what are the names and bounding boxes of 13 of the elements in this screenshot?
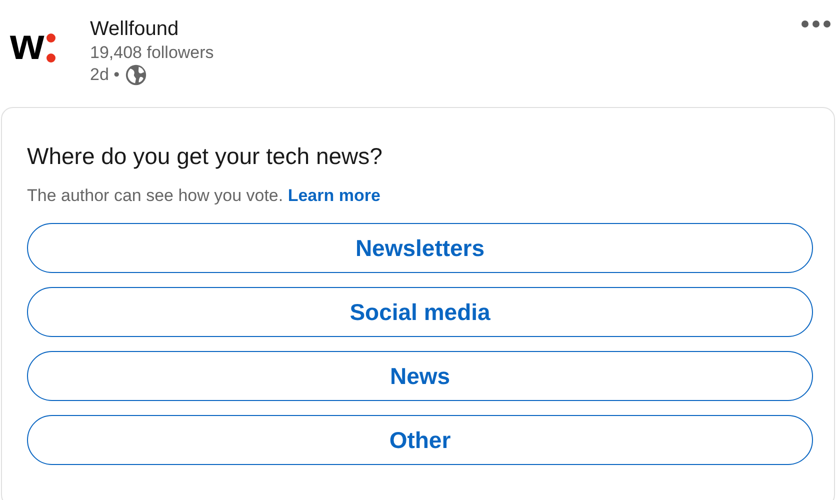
post-age: 2d • xyxy=(90,64,120,86)
more-options-icon[interactable] xyxy=(800,19,832,29)
learn-more-link[interactable]: Learn more xyxy=(288,186,380,205)
follower-count: 19,408 followers xyxy=(90,42,214,64)
poll-question: Where do you get your tech news? xyxy=(27,142,384,171)
logo-dots-icon xyxy=(46,33,56,63)
poll-note: The author can see how you vote. Learn more xyxy=(27,185,382,207)
poll-option-button[interactable]: Other xyxy=(27,415,813,465)
globe-icon xyxy=(124,64,147,86)
poll-option-button[interactable]: Social media xyxy=(27,287,813,337)
poll-option-button[interactable]: News xyxy=(27,351,813,401)
company-name[interactable]: Wellfound xyxy=(90,16,214,42)
poll-option-button[interactable]: Newsletters xyxy=(27,223,813,273)
